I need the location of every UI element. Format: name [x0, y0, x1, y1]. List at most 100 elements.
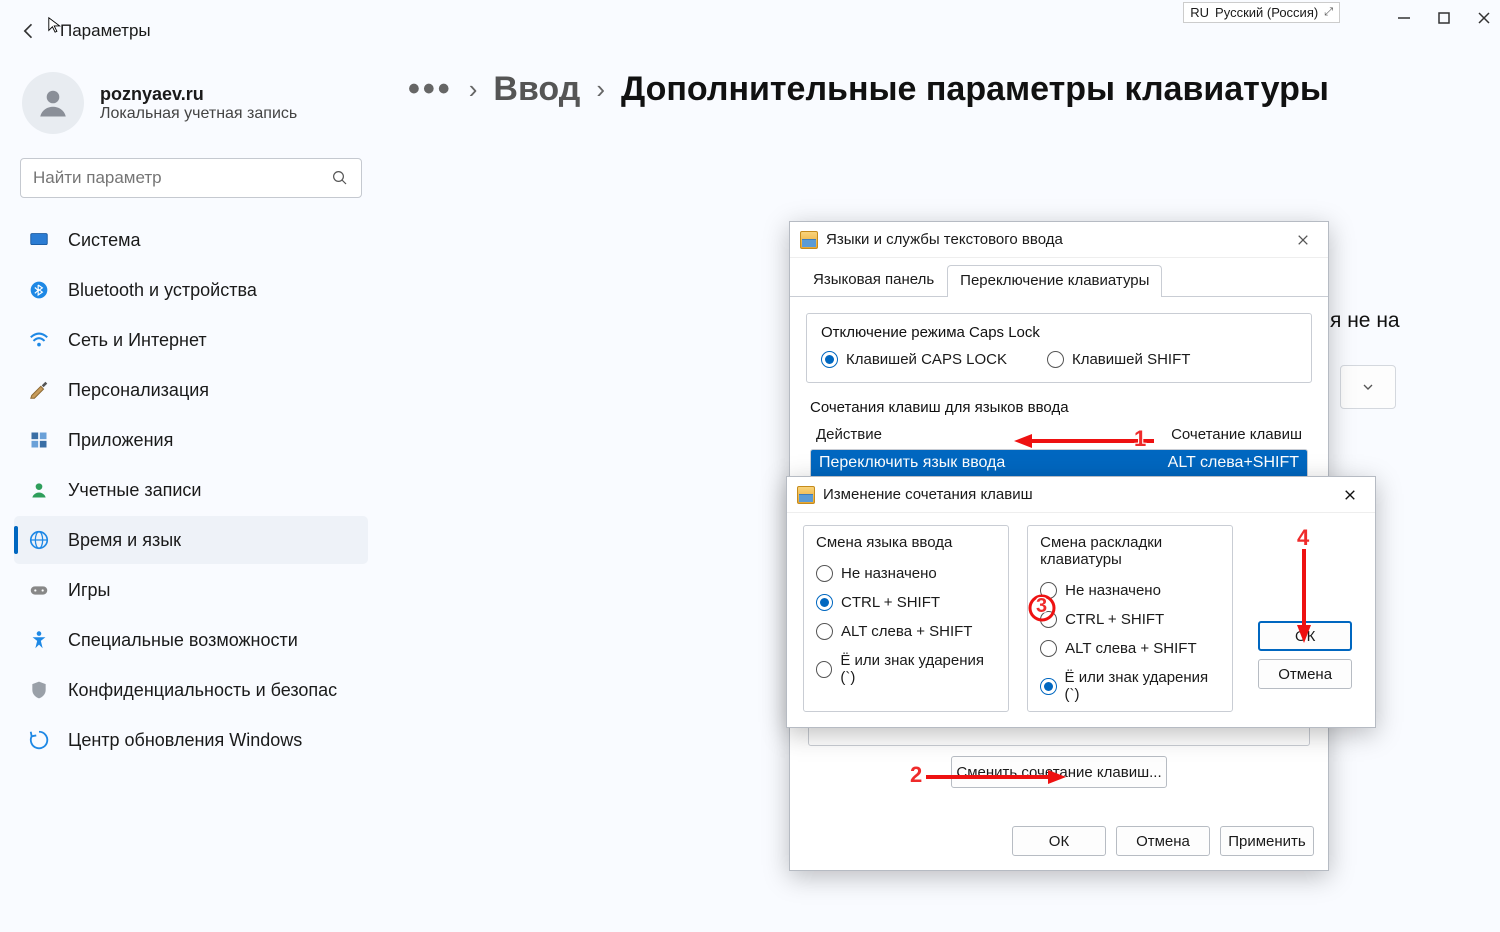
arrow-annotation-icon	[926, 768, 1066, 786]
radio-alt-shift[interactable]: ALT слева + SHIFT	[816, 623, 996, 640]
breadcrumb: ••• › Ввод › Дополнительные параметры кл…	[388, 56, 1492, 135]
tab-keyboard-switch[interactable]: Переключение клавиатуры	[947, 265, 1162, 297]
keyboard-icon	[800, 231, 818, 249]
arrow-annotation-icon	[1295, 549, 1313, 643]
change-key-sequence-dialog: Изменение сочетания клавиш Смена языка в…	[786, 476, 1376, 728]
tab-language-bar[interactable]: Языковая панель	[800, 264, 947, 296]
sidebar-item-label: Специальные возможности	[68, 630, 298, 651]
step-number: 1	[1134, 426, 1146, 452]
window-controls	[1396, 10, 1492, 26]
page-title: Дополнительные параметры клавиатуры	[621, 70, 1329, 109]
radio-ctrl-shift[interactable]: CTRL + SHIFT	[1040, 611, 1220, 628]
sidebar-item-apps[interactable]: Приложения	[14, 416, 368, 464]
accessibility-icon	[28, 629, 50, 651]
step-number: 4	[1297, 525, 1309, 551]
sidebar-item-label: Система	[68, 230, 141, 251]
sidebar-item-label: Приложения	[68, 430, 173, 451]
sidebar-item-system[interactable]: Система	[14, 216, 368, 264]
back-button[interactable]	[18, 20, 40, 42]
radio-not-assigned[interactable]: Не назначено	[816, 565, 996, 582]
sidebar-item-accounts[interactable]: Учетные записи	[14, 466, 368, 514]
sidebar-item-accessibility[interactable]: Специальные возможности	[14, 616, 368, 664]
radio-alt-shift[interactable]: ALT слева + SHIFT	[1040, 640, 1220, 657]
close-button[interactable]	[1335, 482, 1365, 508]
gamepad-icon	[28, 579, 50, 601]
sidebar-item-label: Bluetooth и устройства	[68, 280, 257, 301]
caps-lock-group: Отключение режима Caps Lock Клавишей CAP…	[806, 313, 1312, 383]
ok-button[interactable]: ОК	[1012, 826, 1106, 856]
sidebar-item-bluetooth[interactable]: Bluetooth и устройства	[14, 266, 368, 314]
row-action: Переключить язык ввода	[819, 454, 1005, 472]
chevron-down-icon	[1360, 379, 1376, 395]
sidebar-item-label: Сеть и Интернет	[68, 330, 207, 351]
sidebar-item-update[interactable]: Центр обновления Windows	[14, 716, 368, 764]
apply-button[interactable]: Применить	[1220, 826, 1314, 856]
radio-shift[interactable]: Клавишей SHIFT	[1047, 351, 1190, 368]
chevron-right-icon: ›	[596, 74, 605, 105]
minimize-button[interactable]	[1396, 10, 1412, 26]
maximize-button[interactable]	[1436, 10, 1452, 26]
sidebar-item-label: Центр обновления Windows	[68, 730, 302, 751]
account-subtitle: Локальная учетная запись	[100, 105, 297, 123]
language-indicator[interactable]: RU Русский (Россия) ⤢	[1183, 2, 1340, 23]
dialog-titlebar: Языки и службы текстового ввода	[790, 222, 1328, 258]
resize-icon: ⤢	[1324, 6, 1333, 19]
breadcrumb-ellipsis[interactable]: •••	[408, 70, 453, 109]
radio-caps-lock[interactable]: Клавишей CAPS LOCK	[821, 351, 1007, 368]
cursor-icon	[47, 16, 65, 34]
account-name: poznyaev.ru	[100, 84, 297, 105]
sidebar-item-privacy[interactable]: Конфиденциальность и безопас	[14, 666, 368, 714]
radio-grave-accent[interactable]: Ё или знак ударения (`)	[816, 652, 996, 686]
sidebar-item-label: Игры	[68, 580, 110, 601]
sidebar-item-label: Время и язык	[68, 530, 181, 551]
update-icon	[28, 729, 50, 751]
content-area: ••• › Ввод › Дополнительные параметры кл…	[380, 52, 1500, 924]
avatar-icon	[22, 72, 84, 134]
dialog-buttons: ОК Отмена Применить	[1012, 826, 1314, 856]
globe-icon	[28, 529, 50, 551]
sidebar-item-label: Учетные записи	[68, 480, 201, 501]
step-number: 3	[1036, 595, 1047, 618]
cancel-button[interactable]: Отмена	[1258, 659, 1352, 689]
sidebar-item-time-language[interactable]: Время и язык	[14, 516, 368, 564]
dialog-title: Изменение сочетания клавиш	[823, 486, 1033, 503]
sidebar-item-network[interactable]: Сеть и Интернет	[14, 316, 368, 364]
arrow-annotation-icon	[1014, 432, 1154, 450]
input-language-group: Смена языка ввода Не назначено CTRL + SH…	[803, 525, 1009, 712]
tabs: Языковая панель Переключение клавиатуры	[790, 258, 1328, 297]
close-button[interactable]	[1288, 227, 1318, 253]
background-text-fragment: я не на	[1330, 306, 1400, 335]
person-icon	[28, 479, 50, 501]
search-box[interactable]	[20, 158, 362, 198]
app-title: Параметры	[60, 21, 151, 41]
radio-ctrl-shift[interactable]: CTRL + SHIFT	[816, 594, 996, 611]
radio-not-assigned[interactable]: Не назначено	[1040, 582, 1220, 599]
group-title: Отключение режима Caps Lock	[821, 324, 1297, 341]
search-input[interactable]	[33, 168, 331, 188]
keyboard-icon	[797, 486, 815, 504]
keyboard-layout-group: Смена раскладки клавиатуры Не назначено …	[1027, 525, 1233, 712]
dropdown-chevron[interactable]	[1340, 365, 1396, 409]
close-button[interactable]	[1476, 10, 1492, 26]
group-title: Смена раскладки клавиатуры	[1040, 534, 1220, 568]
sidebar-item-personalization[interactable]: Персонализация	[14, 366, 368, 414]
dialog-title: Языки и службы текстового ввода	[826, 231, 1063, 248]
cancel-button[interactable]: Отмена	[1116, 826, 1210, 856]
shortcut-row-selected[interactable]: Переключить язык ввода ALT слева+SHIFT	[811, 450, 1307, 476]
chevron-right-icon: ›	[469, 74, 478, 105]
sidebar-item-gaming[interactable]: Игры	[14, 566, 368, 614]
nav-list: Система Bluetooth и устройства Сеть и Ин…	[14, 216, 368, 764]
step-number: 2	[910, 762, 922, 788]
wifi-icon	[28, 329, 50, 351]
account-block[interactable]: poznyaev.ru Локальная учетная запись	[14, 68, 368, 152]
col-shortcut: Сочетание клавиш	[1171, 426, 1302, 443]
lang-name: Русский (Россия)	[1215, 5, 1318, 20]
breadcrumb-input[interactable]: Ввод	[493, 70, 580, 109]
group-title: Сочетания клавиш для языков ввода	[810, 399, 1308, 416]
col-action: Действие	[816, 426, 882, 443]
display-icon	[28, 229, 50, 251]
row-shortcut: ALT слева+SHIFT	[1168, 454, 1299, 472]
sidebar: poznyaev.ru Локальная учетная запись Сис…	[0, 52, 380, 924]
dialog-titlebar: Изменение сочетания клавиш	[787, 477, 1375, 513]
radio-grave-accent[interactable]: Ё или знак ударения (`)	[1040, 669, 1220, 703]
